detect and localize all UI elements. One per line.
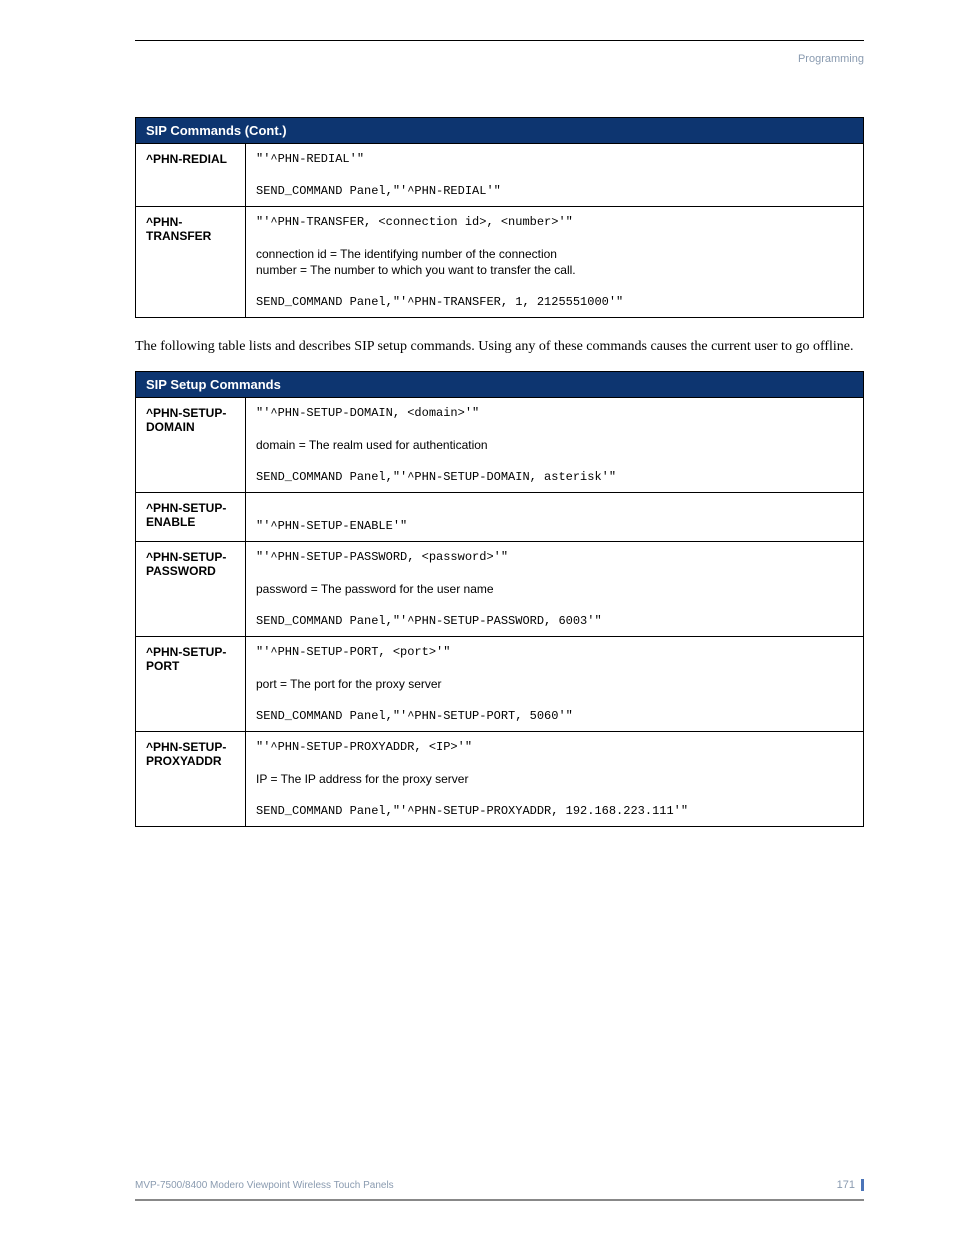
command-line: "'^PHN-SETUP-ENABLE'" [256,519,853,533]
command-name-cell: ^PHN-SETUP-PASSWORD [136,542,246,637]
command-name-cell: ^PHN-SETUP-DOMAIN [136,398,246,493]
command-line: "'^PHN-SETUP-PORT, <port>'" [256,645,853,659]
command-line: SEND_COMMAND Panel,"'^PHN-SETUP-PROXYADD… [256,804,853,818]
table-row: ^PHN-SETUP-PORT"'^PHN-SETUP-PORT, <port>… [136,637,864,732]
command-line: SEND_COMMAND Panel,"'^PHN-REDIAL'" [256,184,853,198]
command-line: SEND_COMMAND Panel,"'^PHN-SETUP-DOMAIN, … [256,470,853,484]
command-desc-cell: "'^PHN-TRANSFER, <connection id>, <numbe… [246,207,864,318]
table-row: ^PHN-SETUP-PROXYADDR"'^PHN-SETUP-PROXYAD… [136,732,864,827]
command-name-cell: ^PHN-SETUP-PORT [136,637,246,732]
command-name-cell: ^PHN-TRANSFER [136,207,246,318]
command-line: "'^PHN-TRANSFER, <connection id>, <numbe… [256,215,853,229]
command-desc-cell: "'^PHN-SETUP-PORT, <port>'" port = The po… [246,637,864,732]
intro-paragraph: The following table lists and describes … [135,336,864,357]
command-desc-cell: "'^PHN-REDIAL'" SEND_COMMAND Panel,"'^PHN… [246,144,864,207]
command-line: domain = The realm used for authenticati… [256,438,853,452]
command-line: SEND_COMMAND Panel,"'^PHN-SETUP-PASSWORD… [256,614,853,628]
command-name-cell: ^PHN-SETUP-PROXYADDR [136,732,246,827]
table-row: ^PHN-TRANSFER "'^PHN-TRANSFER, <connectio… [136,207,864,318]
footer-page-number: 171 [837,1179,864,1191]
command-line: number = The number to which you want to… [256,263,853,277]
command-line: IP = The IP address for the proxy server [256,772,853,786]
sip-commands-table: SIP Commands (Cont.) ^PHN-REDIAL"'^PHN-R… [135,117,864,318]
command-line: "'^PHN-REDIAL'" [256,152,853,166]
sip-setup-commands-table: SIP Setup Commands ^PHN-SETUP-DOMAIN"'^P… [135,371,864,827]
command-name-cell: ^PHN-REDIAL [136,144,246,207]
table-row: ^PHN-REDIAL "'^PHN-REDIAL'" SEND_COMMAND P… [136,144,864,207]
command-line: port = The port for the proxy server [256,677,853,691]
command-desc-cell: "'^PHN-SETUP-DOMAIN, <domain>'" domain = … [246,398,864,493]
command-line: "'^PHN-SETUP-DOMAIN, <domain>'" [256,406,853,420]
command-name-cell: ^PHN-SETUP-ENABLE [136,493,246,542]
command-line: "'^PHN-SETUP-PROXYADDR, <IP>'" [256,740,853,754]
table2-title: SIP Setup Commands [136,372,864,398]
table1-title: SIP Commands (Cont.) [136,118,864,144]
table-row: ^PHN-SETUP-PASSWORD"'^PHN-SETUP-PASSWORD… [136,542,864,637]
command-desc-cell: "'^PHN-SETUP-ENABLE'" [246,493,864,542]
command-line: SEND_COMMAND Panel,"'^PHN-SETUP-PORT, 50… [256,709,853,723]
page-footer: MVP-7500/8400 Modero Viewpoint Wireless … [135,1179,864,1195]
table-row: ^PHN-SETUP-ENABLE "'^PHN-SETUP-ENABLE'" [136,493,864,542]
command-line: SEND_COMMAND Panel,"'^PHN-TRANSFER, 1, 2… [256,295,853,309]
table-row: ^PHN-SETUP-DOMAIN"'^PHN-SETUP-DOMAIN, <d… [136,398,864,493]
command-line: "'^PHN-SETUP-PASSWORD, <password>'" [256,550,853,564]
command-line: connection id = The identifying number o… [256,247,853,261]
page-header: Programming [135,49,864,67]
command-desc-cell: "'^PHN-SETUP-PROXYADDR, <IP>'" IP = The I… [246,732,864,827]
footer-doc-title: MVP-7500/8400 Modero Viewpoint Wireless … [135,1180,394,1191]
page-container: Programming SIP Commands (Cont.) ^PHN-RE… [0,40,954,1195]
command-desc-cell: "'^PHN-SETUP-PASSWORD, <password>'" passw… [246,542,864,637]
header-section-label: Programming [798,53,864,65]
command-line: password = The password for the user nam… [256,582,853,596]
bottom-rule [135,1199,864,1201]
top-rule [135,40,864,41]
